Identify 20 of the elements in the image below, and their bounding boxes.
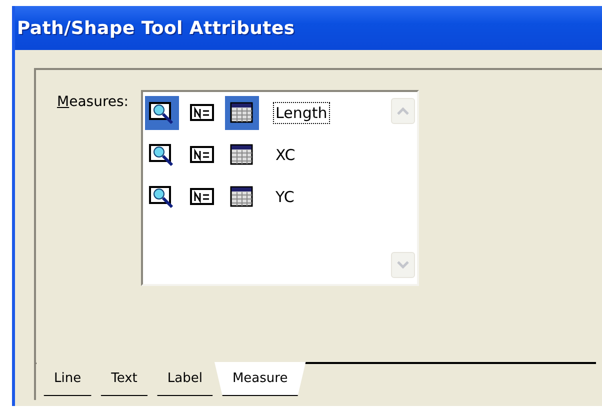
magnifier-icon (148, 101, 175, 125)
chevron-down-icon (396, 261, 409, 269)
measure-name[interactable]: YC (272, 186, 298, 208)
text-icon (188, 103, 215, 123)
icon-toggle[interactable] (224, 96, 259, 130)
magnifier-icon (148, 143, 175, 167)
icon-toggle[interactable] (144, 96, 179, 130)
measure-name[interactable]: XC (272, 144, 298, 166)
chevron-up-icon (396, 107, 409, 115)
measure-name[interactable]: Length (272, 102, 330, 124)
measures-label: Measures: (57, 94, 129, 112)
magnifier-icon (148, 185, 175, 209)
text-icon (188, 145, 215, 165)
table-icon (230, 144, 254, 166)
window-title: Path/Shape Tool Attributes (17, 18, 295, 38)
table-icon (230, 186, 254, 208)
text-icon (188, 187, 215, 207)
table-icon (230, 102, 254, 124)
tab[interactable]: Measure (214, 362, 306, 396)
measures-list[interactable]: Length XC YC (140, 90, 419, 286)
